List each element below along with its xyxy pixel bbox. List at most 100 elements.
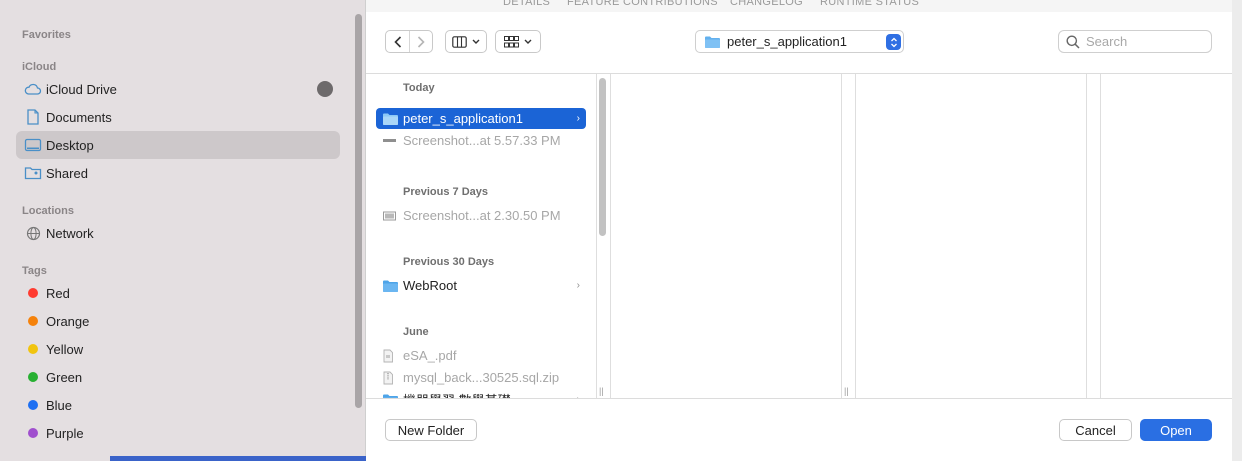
favorites-section-title: Favorites: [22, 29, 71, 41]
view-mode-button[interactable]: [445, 30, 487, 53]
sidebar-tag-orange[interactable]: Orange: [16, 307, 340, 335]
list-item-label: eSA_.pdf: [403, 348, 457, 363]
list-item-label: 機器學習 數學基礎: [403, 390, 511, 398]
list-item-label: Screenshot...at 2.30.50 PM: [403, 208, 561, 223]
locations-section-title: Locations: [22, 205, 74, 217]
sidebar-item-shared[interactable]: Shared: [16, 159, 340, 187]
location-popup[interactable]: peter_s_application1: [695, 30, 904, 53]
cloud-icon: [18, 82, 48, 96]
list-item-label: mysql_back...30525.sql.zip: [403, 370, 560, 385]
sidebar: Favorites iCloud iCloud Drive Documents …: [0, 0, 366, 461]
tags-section-title: Tags: [22, 265, 47, 277]
purple-tag-dot-icon: [28, 428, 38, 438]
sidebar-item-label: Desktop: [46, 137, 94, 153]
folder-icon: [382, 112, 402, 126]
list-item-webroot[interactable]: WebRoot ›: [376, 275, 586, 296]
folder-icon: [705, 36, 720, 48]
location-popup-label: peter_s_application1: [727, 34, 847, 49]
columns-view-icon: [452, 35, 467, 48]
column-divider: [1100, 74, 1101, 398]
file-dialog-main: peter_s_application1 Today peter_s_appli…: [366, 12, 1232, 461]
up-down-arrows-icon: [886, 34, 901, 50]
sidebar-item-network[interactable]: Network: [16, 219, 340, 247]
search-input[interactable]: [1086, 34, 1206, 49]
zip-file-icon: [382, 371, 402, 385]
group-header-previous-7-days: Previous 7 Days: [403, 186, 488, 198]
column-resize-handle[interactable]: ||: [599, 386, 604, 396]
group-header-today: Today: [403, 82, 435, 94]
window-edge: [1232, 0, 1242, 461]
sidebar-tag-blue[interactable]: Blue: [16, 391, 340, 419]
yellow-tag-dot-icon: [28, 344, 38, 354]
sidebar-tag-green[interactable]: Green: [16, 363, 340, 391]
sidebar-scrollbar[interactable]: [355, 14, 362, 408]
sidebar-item-label: Yellow: [46, 341, 84, 357]
bg-tab-feature-contributions: FEATURE CONTRIBUTIONS: [567, 0, 718, 8]
red-tag-dot-icon: [28, 288, 38, 298]
shared-folder-icon: [18, 166, 48, 180]
dialog-toolbar: peter_s_application1: [366, 12, 1232, 74]
desktop-icon: [18, 138, 48, 152]
group-header-previous-30-days: Previous 30 Days: [403, 256, 495, 268]
green-tag-dot-icon: [28, 372, 38, 382]
chevron-right-icon: ›: [576, 113, 580, 124]
sidebar-item-label: Documents: [46, 109, 112, 125]
back-button[interactable]: [386, 31, 409, 52]
list-item-label: peter_s_application1: [403, 111, 523, 126]
column-divider: [855, 74, 856, 398]
image-file-icon: [382, 135, 402, 147]
list-item-ml-math-folder[interactable]: 機器學習 數學基礎 ›: [376, 389, 586, 398]
image-file-icon: [382, 210, 402, 222]
sidebar-item-icloud-drive[interactable]: iCloud Drive: [16, 75, 340, 103]
search-icon: [1066, 35, 1080, 49]
icloud-section-title: iCloud: [22, 61, 57, 73]
list-item-mysql-backup-zip[interactable]: mysql_back...30525.sql.zip: [376, 367, 586, 388]
list-item-screenshot-1[interactable]: Screenshot...at 5.57.33 PM: [376, 130, 586, 151]
sidebar-item-label: Orange: [46, 313, 90, 329]
list-item-label: WebRoot: [403, 278, 457, 293]
sidebar-item-label: Shared: [46, 165, 88, 181]
sidebar-item-desktop[interactable]: Desktop: [16, 131, 340, 159]
forward-button[interactable]: [409, 31, 432, 52]
open-button[interactable]: Open: [1140, 419, 1212, 441]
list-item-screenshot-2[interactable]: Screenshot...at 2.30.50 PM: [376, 205, 586, 226]
bg-tab-changelog: CHANGELOG: [730, 0, 803, 8]
cancel-button[interactable]: Cancel: [1059, 419, 1132, 441]
document-icon: [18, 109, 48, 125]
new-folder-button[interactable]: New Folder: [385, 419, 477, 441]
browser-column-1: Today peter_s_application1 › Screenshot.…: [366, 74, 596, 398]
column-divider: [1086, 74, 1087, 398]
dialog-footer: New Folder Cancel Open: [366, 398, 1232, 461]
list-item-peter-s-application1[interactable]: peter_s_application1 ›: [376, 108, 586, 129]
group-by-button[interactable]: [495, 30, 541, 53]
background-accent-bar: [110, 456, 366, 461]
sidebar-item-label: iCloud Drive: [46, 81, 117, 97]
sidebar-tag-red[interactable]: Red: [16, 279, 340, 307]
list-item-label: Screenshot...at 5.57.33 PM: [403, 133, 561, 148]
sidebar-item-label: Blue: [46, 397, 73, 413]
chevron-right-icon: ›: [576, 280, 580, 291]
navigation-buttons: [385, 30, 433, 53]
sidebar-tag-yellow[interactable]: Yellow: [16, 335, 340, 363]
column-divider: [841, 74, 842, 398]
chevron-right-icon: [417, 35, 425, 48]
column-divider: [610, 74, 611, 398]
column-resize-handle[interactable]: ||: [844, 386, 849, 396]
bg-tab-details: DETAILS: [503, 0, 551, 8]
sidebar-item-label: Green: [46, 369, 83, 385]
sidebar-item-label: Network: [46, 225, 94, 241]
sidebar-item-label: Purple: [46, 425, 84, 441]
search-field[interactable]: [1058, 30, 1212, 53]
folder-icon: [382, 279, 402, 293]
sidebar-tag-purple[interactable]: Purple: [16, 419, 340, 447]
chevron-left-icon: [393, 35, 401, 48]
column-divider: [596, 74, 597, 398]
pdf-file-icon: [382, 349, 402, 363]
sidebar-item-label: Red: [46, 285, 70, 301]
list-item-esa-pdf[interactable]: eSA_.pdf: [376, 345, 586, 366]
globe-icon: [18, 226, 48, 241]
orange-tag-dot-icon: [28, 316, 38, 326]
column-1-scrollbar[interactable]: [599, 78, 606, 236]
sidebar-item-documents[interactable]: Documents: [16, 103, 340, 131]
blue-tag-dot-icon: [28, 400, 38, 410]
